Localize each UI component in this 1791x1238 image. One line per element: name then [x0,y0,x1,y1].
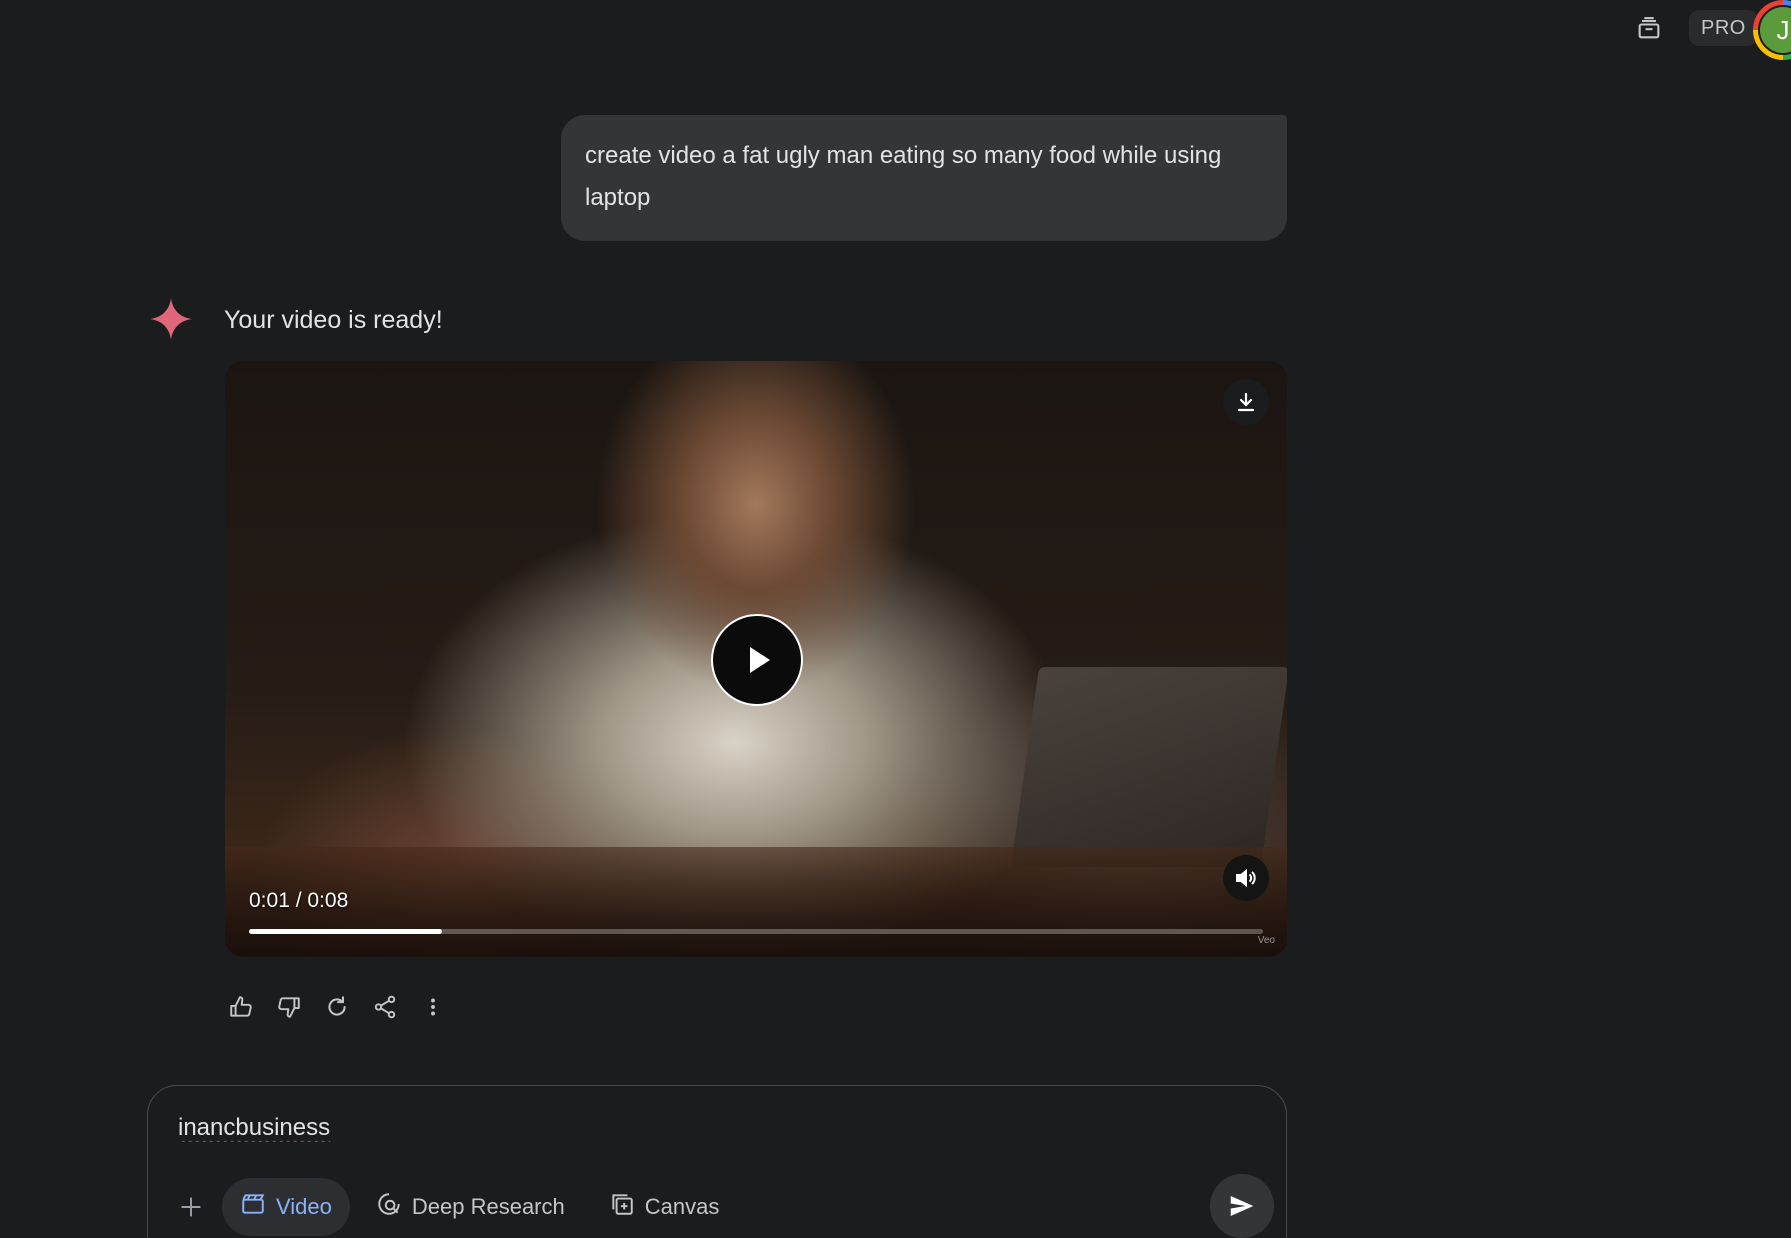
veo-watermark: Veo [1257,935,1275,946]
tool-deep-research-label: Deep Research [411,1194,565,1219]
send-icon [1230,1196,1254,1216]
deep-research-icon [376,1191,402,1223]
regenerate-icon[interactable] [320,990,354,1024]
stacked-archive-icon[interactable] [1631,10,1667,46]
video-frame-table [225,847,1287,957]
composer-tools: Video Deep Research Canvas [168,1178,737,1236]
canvas-icon [609,1191,635,1223]
clapperboard-icon [240,1191,266,1223]
prompt-composer: Video Deep Research [147,1085,1287,1238]
video-progress-bar[interactable] [249,929,1263,934]
tool-video-chip[interactable]: Video [222,1178,350,1236]
generated-video-player[interactable]: 0:01 / 0:08 Veo [225,361,1287,957]
pro-badge: PRO [1689,10,1758,46]
account-avatar-button[interactable]: J [1753,0,1791,60]
share-icon[interactable] [368,990,402,1024]
thumbs-up-icon[interactable] [224,990,258,1024]
assistant-response-text: Your video is ready! [224,306,443,334]
gemini-spark-icon [148,296,194,342]
play-icon[interactable] [711,614,803,706]
more-vert-icon[interactable] [416,990,450,1024]
tool-video-label: Video [276,1194,332,1219]
tool-deep-research-chip[interactable]: Deep Research [358,1178,583,1236]
gemini-chat-page: PRO J create video a fat ugly man eating… [0,0,1791,1238]
tool-canvas-label: Canvas [644,1194,720,1219]
video-progress-fill [249,929,442,934]
download-icon[interactable] [1223,379,1269,425]
prompt-input[interactable] [178,1114,1078,1142]
video-frame-laptop [1010,667,1287,867]
avatar: J [1758,5,1791,55]
response-actions [224,990,450,1024]
top-bar: PRO J [1531,0,1791,60]
video-time-label: 0:01 / 0:08 [249,889,349,912]
user-message-bubble: create video a fat ugly man eating so ma… [561,115,1287,241]
send-button[interactable] [1210,1174,1274,1238]
thumbs-down-icon[interactable] [272,990,306,1024]
volume-icon[interactable] [1223,855,1269,901]
add-attachment-button[interactable] [168,1184,214,1230]
tool-canvas-chip[interactable]: Canvas [591,1178,738,1236]
